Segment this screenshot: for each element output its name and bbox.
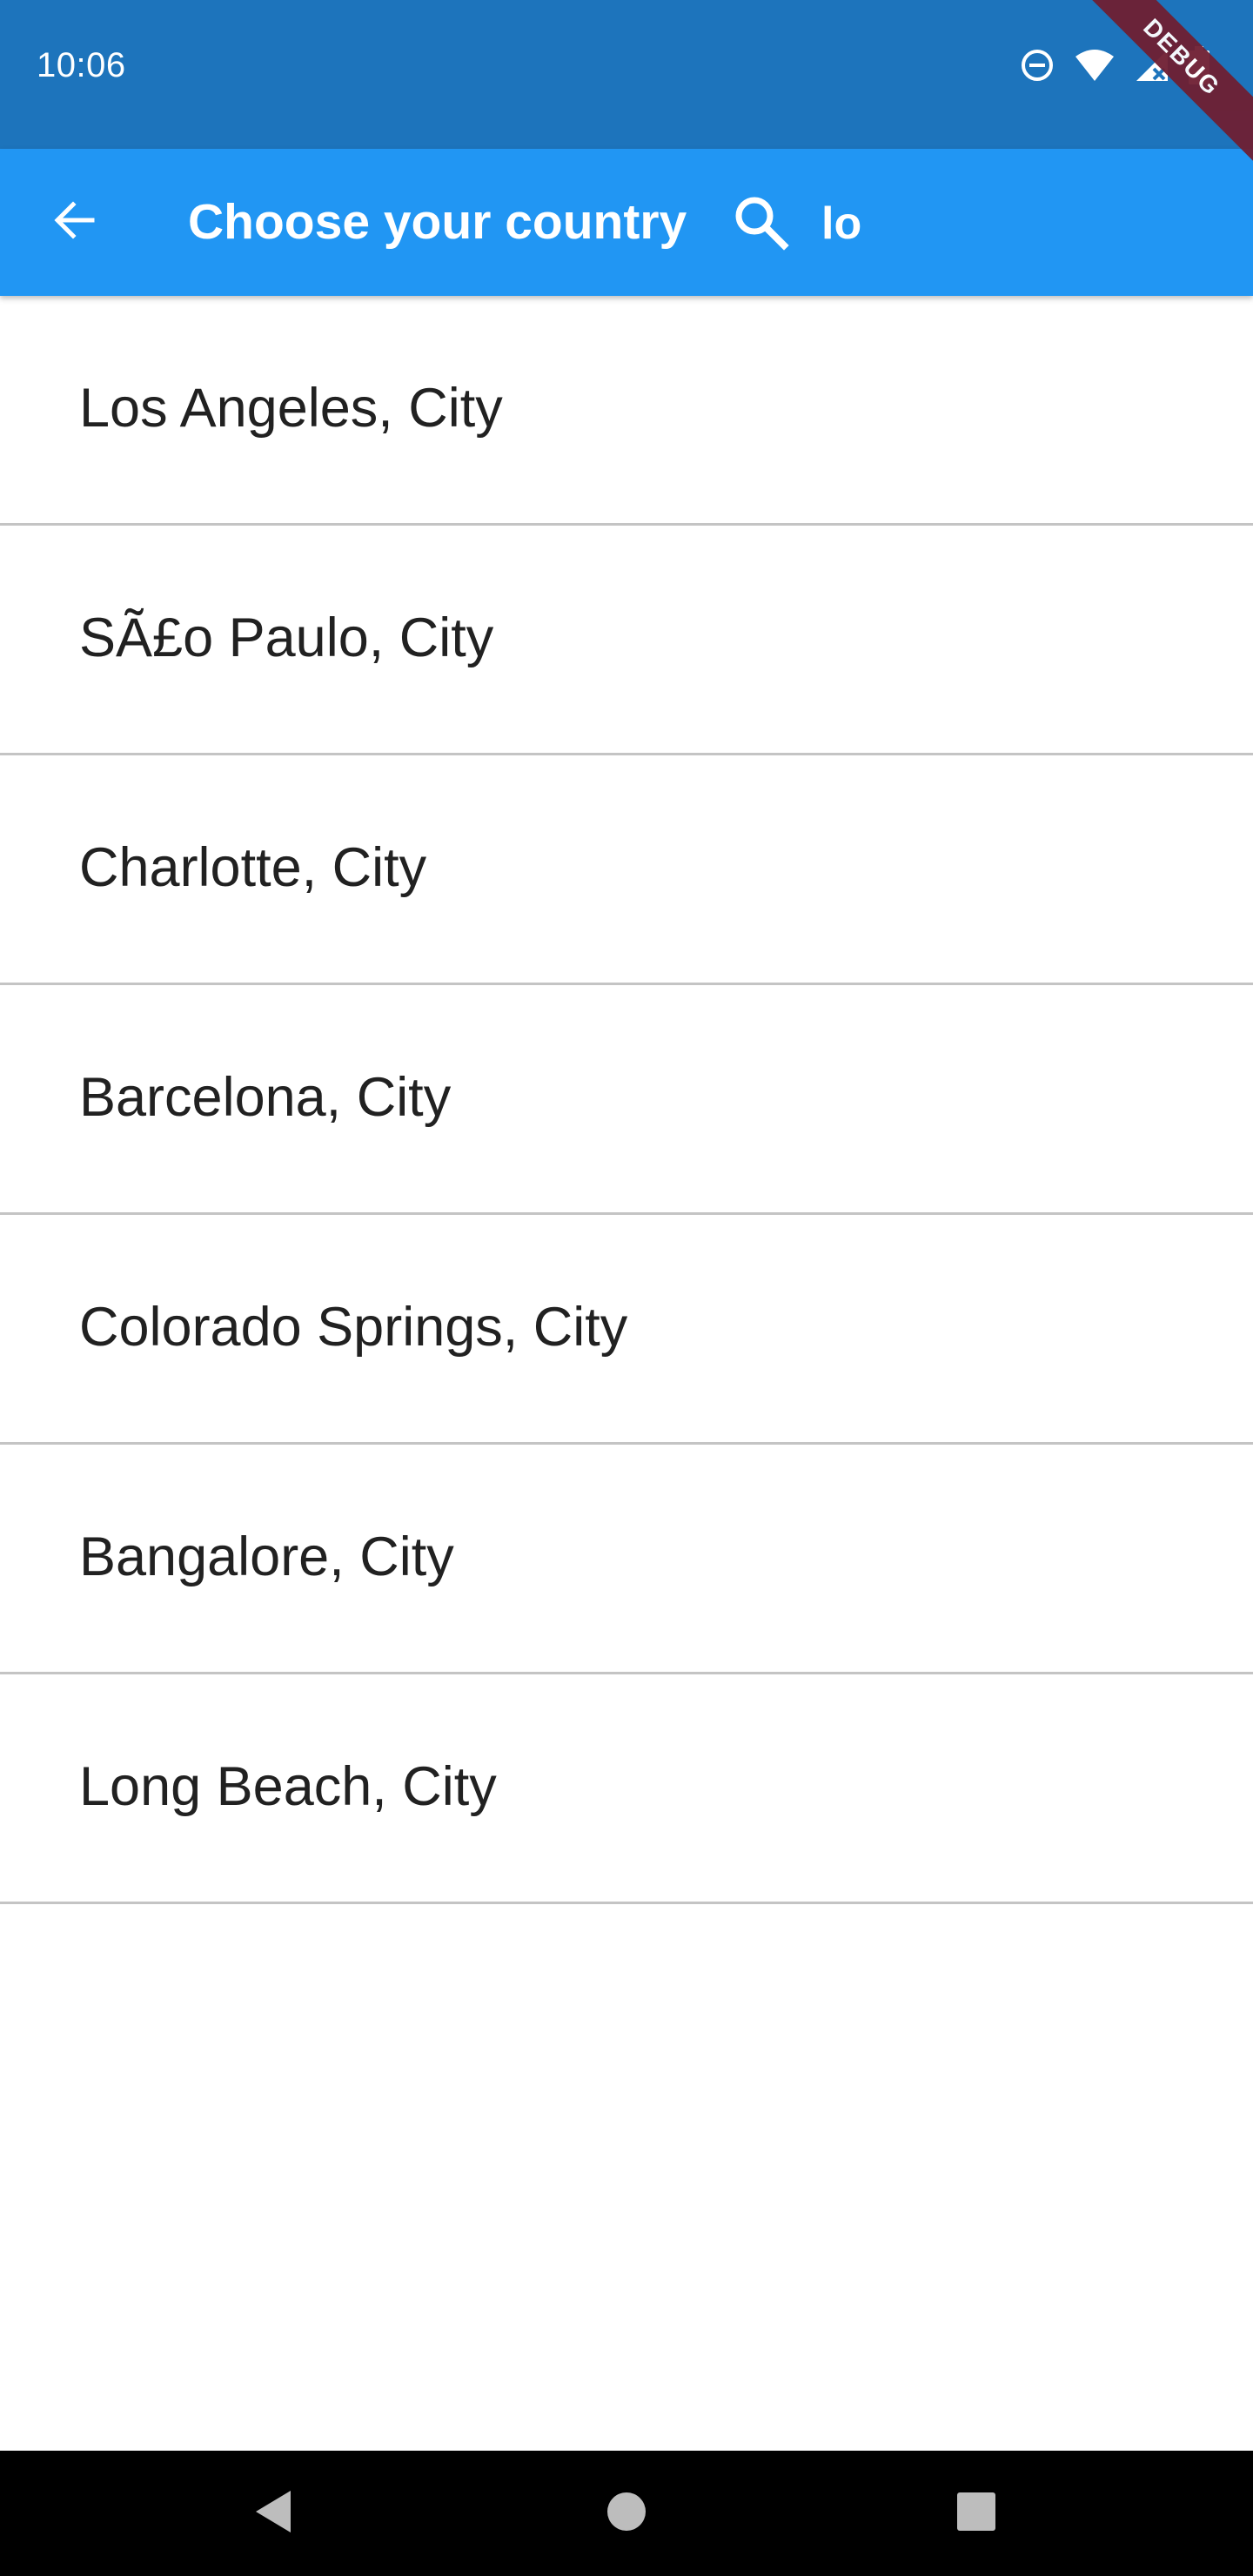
city-label: Bangalore, City [79,1526,454,1587]
search-icon-button [726,189,795,258]
list-item[interactable]: Barcelona, City [0,985,1253,1215]
city-label: Los Angeles, City [79,377,503,439]
city-list: Los Angeles, City SÃ£o Paulo, City Charl… [0,296,1253,1904]
nav-recents-button[interactable] [941,2479,1011,2548]
recents-square-icon [956,2492,996,2536]
search-icon [732,193,789,255]
system-nav-bar [0,2451,1253,2576]
page-title: Choose your country [188,194,687,250]
back-triangle-icon [252,2489,294,2539]
search-input[interactable] [821,189,1204,258]
back-button[interactable] [35,184,111,260]
list-item[interactable]: Bangalore, City [0,1445,1253,1674]
nav-home-button[interactable] [592,2479,661,2548]
list-item[interactable]: Long Beach, City [0,1674,1253,1904]
do-not-disturb-icon [1020,48,1055,83]
city-label: Long Beach, City [79,1755,497,1817]
arrow-back-icon [50,198,96,247]
city-label: SÃ£o Paulo, City [79,607,494,668]
list-item[interactable]: SÃ£o Paulo, City [0,526,1253,755]
list-item[interactable]: Los Angeles, City [0,296,1253,526]
status-bar: 10:06 [0,0,1253,149]
list-item[interactable]: Charlotte, City [0,755,1253,985]
status-time: 10:06 [37,46,126,84]
city-label: Charlotte, City [79,836,427,898]
nav-back-button[interactable] [238,2479,308,2548]
list-item[interactable]: Colorado Springs, City [0,1215,1253,1445]
city-label: Colorado Springs, City [79,1296,628,1358]
city-label: Barcelona, City [79,1066,452,1128]
app-bar: Choose your country [0,149,1253,296]
home-circle-icon [606,2492,647,2536]
wifi-icon [1074,48,1116,83]
